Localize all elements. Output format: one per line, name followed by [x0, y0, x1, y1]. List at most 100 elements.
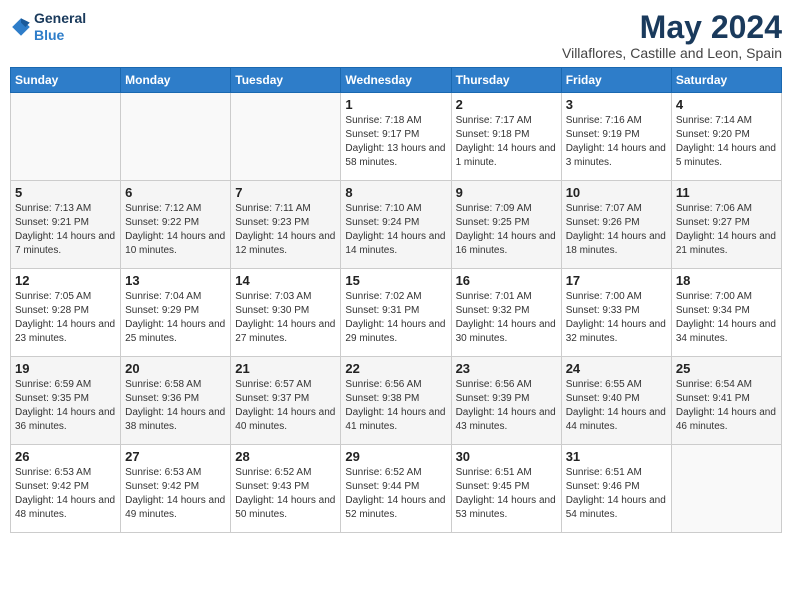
calendar-cell: 2 Sunrise: 7:17 AM Sunset: 9:18 PM Daylig…: [451, 93, 561, 181]
calendar-body: 1 Sunrise: 7:18 AM Sunset: 9:17 PM Daylig…: [11, 93, 782, 533]
day-number: 8: [345, 185, 446, 200]
calendar-week-3: 12 Sunrise: 7:05 AM Sunset: 9:28 PM Dayli…: [11, 269, 782, 357]
month-title: May 2024: [562, 10, 782, 45]
day-number: 10: [566, 185, 667, 200]
calendar-week-1: 1 Sunrise: 7:18 AM Sunset: 9:17 PM Daylig…: [11, 93, 782, 181]
cell-info: Sunrise: 7:00 AM Sunset: 9:34 PM Dayligh…: [676, 290, 777, 346]
weekday-header-monday: Monday: [121, 68, 231, 93]
calendar-cell: 3 Sunrise: 7:16 AM Sunset: 9:19 PM Daylig…: [561, 93, 671, 181]
logo-icon: [10, 16, 32, 38]
day-number: 15: [345, 273, 446, 288]
calendar-cell: [671, 445, 781, 533]
cell-info: Sunrise: 6:56 AM Sunset: 9:39 PM Dayligh…: [456, 378, 557, 434]
calendar-cell: [231, 93, 341, 181]
cell-info: Sunrise: 7:18 AM Sunset: 9:17 PM Dayligh…: [345, 114, 446, 170]
day-number: 2: [456, 97, 557, 112]
calendar-cell: 30Sunrise: 6:51 AM Sunset: 9:45 PM Dayli…: [451, 445, 561, 533]
calendar-cell: 15 Sunrise: 7:02 AM Sunset: 9:31 PM Dayli…: [341, 269, 451, 357]
day-number: 4: [676, 97, 777, 112]
cell-info: Sunrise: 7:03 AM Sunset: 9:30 PM Dayligh…: [235, 290, 336, 346]
weekday-header-saturday: Saturday: [671, 68, 781, 93]
cell-info: Sunrise: 6:51 AM Sunset: 9:46 PM Dayligh…: [566, 466, 667, 522]
calendar-week-5: 26 Sunrise: 6:53 AM Sunset: 9:42 PM Dayli…: [11, 445, 782, 533]
day-number: 17: [566, 273, 667, 288]
cell-info: Sunrise: 6:52 AM Sunset: 9:43 PM Dayligh…: [235, 466, 336, 522]
calendar-cell: 18 Sunrise: 7:00 AM Sunset: 9:34 PM Dayli…: [671, 269, 781, 357]
calendar-table: SundayMondayTuesdayWednesdayThursdayFrid…: [10, 67, 782, 533]
cell-info: Sunrise: 6:53 AM Sunset: 9:42 PM Dayligh…: [15, 466, 116, 522]
day-number: 27: [125, 449, 226, 464]
day-number: 9: [456, 185, 557, 200]
day-number: 26: [15, 449, 116, 464]
calendar-cell: 14 Sunrise: 7:03 AM Sunset: 9:30 PM Dayli…: [231, 269, 341, 357]
calendar-cell: 27 Sunrise: 6:53 AM Sunset: 9:42 PM Dayli…: [121, 445, 231, 533]
day-number: 5: [15, 185, 116, 200]
cell-info: Sunrise: 6:54 AM Sunset: 9:41 PM Dayligh…: [676, 378, 777, 434]
cell-info: Sunrise: 7:12 AM Sunset: 9:22 PM Dayligh…: [125, 202, 226, 258]
calendar-week-4: 19 Sunrise: 6:59 AM Sunset: 9:35 PM Dayli…: [11, 357, 782, 445]
day-number: 29: [345, 449, 446, 464]
cell-info: Sunrise: 7:13 AM Sunset: 9:21 PM Dayligh…: [15, 202, 116, 258]
cell-info: Sunrise: 6:56 AM Sunset: 9:38 PM Dayligh…: [345, 378, 446, 434]
day-number: 18: [676, 273, 777, 288]
calendar-cell: 17 Sunrise: 7:00 AM Sunset: 9:33 PM Dayli…: [561, 269, 671, 357]
day-number: 3: [566, 97, 667, 112]
cell-info: Sunrise: 7:11 AM Sunset: 9:23 PM Dayligh…: [235, 202, 336, 258]
logo: General Blue: [10, 10, 86, 44]
cell-info: Sunrise: 7:16 AM Sunset: 9:19 PM Dayligh…: [566, 114, 667, 170]
day-number: 14: [235, 273, 336, 288]
calendar-cell: 28Sunrise: 6:52 AM Sunset: 9:43 PM Dayli…: [231, 445, 341, 533]
cell-info: Sunrise: 6:58 AM Sunset: 9:36 PM Dayligh…: [125, 378, 226, 434]
weekday-header-tuesday: Tuesday: [231, 68, 341, 93]
calendar-cell: [121, 93, 231, 181]
calendar-cell: 6Sunrise: 7:12 AM Sunset: 9:22 PM Daylig…: [121, 181, 231, 269]
weekday-header-wednesday: Wednesday: [341, 68, 451, 93]
location-title: Villaflores, Castille and Leon, Spain: [562, 45, 782, 61]
calendar-cell: 29Sunrise: 6:52 AM Sunset: 9:44 PM Dayli…: [341, 445, 451, 533]
cell-info: Sunrise: 7:05 AM Sunset: 9:28 PM Dayligh…: [15, 290, 116, 346]
calendar-week-2: 5 Sunrise: 7:13 AM Sunset: 9:21 PM Daylig…: [11, 181, 782, 269]
weekday-header-sunday: Sunday: [11, 68, 121, 93]
cell-info: Sunrise: 6:51 AM Sunset: 9:45 PM Dayligh…: [456, 466, 557, 522]
calendar-cell: 7Sunrise: 7:11 AM Sunset: 9:23 PM Daylig…: [231, 181, 341, 269]
cell-info: Sunrise: 7:02 AM Sunset: 9:31 PM Dayligh…: [345, 290, 446, 346]
cell-info: Sunrise: 6:53 AM Sunset: 9:42 PM Dayligh…: [125, 466, 226, 522]
cell-info: Sunrise: 7:14 AM Sunset: 9:20 PM Dayligh…: [676, 114, 777, 170]
day-number: 11: [676, 185, 777, 200]
title-area: May 2024 Villaflores, Castille and Leon,…: [562, 10, 782, 61]
calendar-cell: 13Sunrise: 7:04 AM Sunset: 9:29 PM Dayli…: [121, 269, 231, 357]
day-number: 1: [345, 97, 446, 112]
calendar-cell: 10Sunrise: 7:07 AM Sunset: 9:26 PM Dayli…: [561, 181, 671, 269]
cell-info: Sunrise: 7:09 AM Sunset: 9:25 PM Dayligh…: [456, 202, 557, 258]
cell-info: Sunrise: 6:55 AM Sunset: 9:40 PM Dayligh…: [566, 378, 667, 434]
day-number: 13: [125, 273, 226, 288]
calendar-cell: 8Sunrise: 7:10 AM Sunset: 9:24 PM Daylig…: [341, 181, 451, 269]
logo-text: General Blue: [34, 10, 86, 44]
day-number: 31: [566, 449, 667, 464]
calendar-cell: 19 Sunrise: 6:59 AM Sunset: 9:35 PM Dayli…: [11, 357, 121, 445]
day-number: 25: [676, 361, 777, 376]
cell-info: Sunrise: 7:17 AM Sunset: 9:18 PM Dayligh…: [456, 114, 557, 170]
day-number: 21: [235, 361, 336, 376]
cell-info: Sunrise: 7:01 AM Sunset: 9:32 PM Dayligh…: [456, 290, 557, 346]
cell-info: Sunrise: 6:59 AM Sunset: 9:35 PM Dayligh…: [15, 378, 116, 434]
day-number: 24: [566, 361, 667, 376]
calendar-cell: 21Sunrise: 6:57 AM Sunset: 9:37 PM Dayli…: [231, 357, 341, 445]
day-number: 12: [15, 273, 116, 288]
calendar-cell: 1 Sunrise: 7:18 AM Sunset: 9:17 PM Daylig…: [341, 93, 451, 181]
cell-info: Sunrise: 7:06 AM Sunset: 9:27 PM Dayligh…: [676, 202, 777, 258]
calendar-cell: 23 Sunrise: 6:56 AM Sunset: 9:39 PM Dayli…: [451, 357, 561, 445]
day-number: 23: [456, 361, 557, 376]
day-number: 16: [456, 273, 557, 288]
weekday-header-friday: Friday: [561, 68, 671, 93]
calendar-cell: 31 Sunrise: 6:51 AM Sunset: 9:46 PM Dayli…: [561, 445, 671, 533]
calendar-cell: 9 Sunrise: 7:09 AM Sunset: 9:25 PM Daylig…: [451, 181, 561, 269]
day-number: 22: [345, 361, 446, 376]
cell-info: Sunrise: 7:00 AM Sunset: 9:33 PM Dayligh…: [566, 290, 667, 346]
calendar-cell: [11, 93, 121, 181]
calendar-cell: 12 Sunrise: 7:05 AM Sunset: 9:28 PM Dayli…: [11, 269, 121, 357]
calendar-cell: 5 Sunrise: 7:13 AM Sunset: 9:21 PM Daylig…: [11, 181, 121, 269]
day-number: 19: [15, 361, 116, 376]
calendar-cell: 22 Sunrise: 6:56 AM Sunset: 9:38 PM Dayli…: [341, 357, 451, 445]
weekday-header-thursday: Thursday: [451, 68, 561, 93]
